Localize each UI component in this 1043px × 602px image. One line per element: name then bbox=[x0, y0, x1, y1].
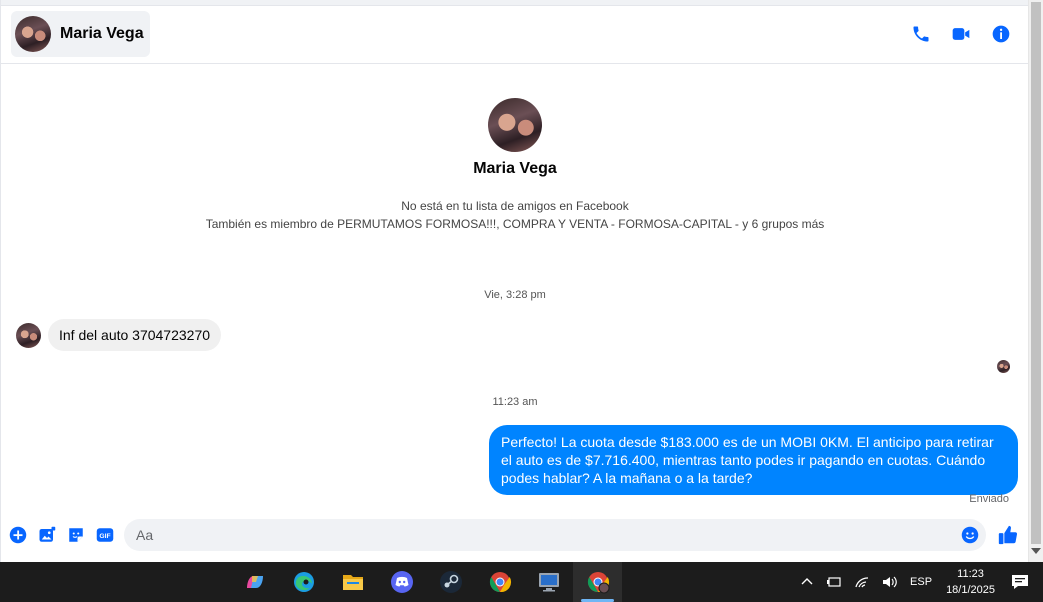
svg-text:GIF: GIF bbox=[99, 533, 110, 540]
message-status: Enviado bbox=[969, 493, 1009, 505]
wifi-icon[interactable] bbox=[854, 575, 870, 589]
file-explorer-icon[interactable] bbox=[328, 562, 377, 602]
plus-icon[interactable] bbox=[9, 526, 27, 544]
windows-taskbar: ESP 11:23 18/1/2025 bbox=[0, 562, 1043, 602]
like-icon[interactable] bbox=[997, 524, 1019, 546]
timestamp: Vie, 3:28 pm bbox=[484, 289, 546, 301]
seen-avatar bbox=[997, 360, 1010, 373]
scrollbar[interactable] bbox=[1028, 0, 1043, 562]
input-language[interactable]: ESP bbox=[910, 576, 932, 588]
contact-name: Maria Vega bbox=[60, 25, 144, 42]
scrollbar-thumb[interactable] bbox=[1031, 2, 1041, 544]
volume-icon[interactable] bbox=[882, 575, 898, 589]
taskbar-apps bbox=[230, 562, 622, 602]
info-icon[interactable] bbox=[991, 22, 1011, 46]
composer: GIF bbox=[1, 517, 1029, 554]
timestamp: 11:23 am bbox=[492, 396, 538, 408]
remote-desktop-icon[interactable] bbox=[524, 562, 573, 602]
contact-profile: Maria Vega No está en tu lista de amigos… bbox=[1, 98, 1029, 233]
sticker-icon[interactable] bbox=[67, 526, 85, 544]
chrome-profile-icon[interactable] bbox=[573, 562, 622, 602]
photo-icon[interactable] bbox=[38, 526, 56, 544]
outgoing-message[interactable]: Perfecto! La cuota desde $183.000 es de … bbox=[489, 425, 1018, 495]
header-actions bbox=[911, 22, 1011, 46]
chrome-icon[interactable] bbox=[475, 562, 524, 602]
messenger-window: Maria Vega Maria Vega No está en tu list… bbox=[0, 0, 1029, 562]
contact-button[interactable]: Maria Vega bbox=[11, 11, 150, 57]
sender-avatar bbox=[16, 322, 41, 348]
discord-icon[interactable] bbox=[377, 562, 426, 602]
incoming-message-row: Inf del auto 3704723270 bbox=[16, 319, 222, 351]
phone-call-icon[interactable] bbox=[911, 22, 931, 46]
mutual-groups: También es miembro de PERMUTAMOS FORMOSA… bbox=[205, 217, 825, 231]
profile-name: Maria Vega bbox=[473, 160, 557, 177]
scroll-down-arrow-icon[interactable] bbox=[1031, 548, 1041, 554]
clock-time: 11:23 bbox=[957, 568, 984, 580]
message-input[interactable] bbox=[124, 519, 986, 551]
profile-avatar[interactable] bbox=[488, 98, 542, 152]
composer-actions: GIF bbox=[9, 526, 114, 544]
emoji-icon[interactable] bbox=[961, 526, 979, 544]
copilot-icon[interactable] bbox=[230, 562, 279, 602]
edge-icon[interactable] bbox=[279, 562, 328, 602]
contact-avatar bbox=[15, 16, 51, 52]
conversation-header: Maria Vega bbox=[1, 6, 1029, 64]
steam-icon[interactable] bbox=[426, 562, 475, 602]
system-tray: ESP 11:23 18/1/2025 bbox=[794, 562, 1043, 602]
clock[interactable]: 11:23 18/1/2025 bbox=[946, 566, 995, 598]
battery-plug-icon[interactable] bbox=[826, 575, 842, 589]
incoming-message[interactable]: Inf del auto 3704723270 bbox=[48, 319, 222, 351]
video-call-icon[interactable] bbox=[951, 22, 971, 46]
friend-status: No está en tu lista de amigos en Faceboo… bbox=[401, 199, 629, 213]
chevron-up-icon[interactable] bbox=[800, 575, 814, 589]
notifications-icon[interactable] bbox=[1011, 574, 1029, 590]
clock-date: 18/1/2025 bbox=[946, 584, 995, 596]
gif-icon[interactable]: GIF bbox=[96, 526, 114, 544]
profile-details: No está en tu lista de amigos en Faceboo… bbox=[1, 197, 1029, 233]
